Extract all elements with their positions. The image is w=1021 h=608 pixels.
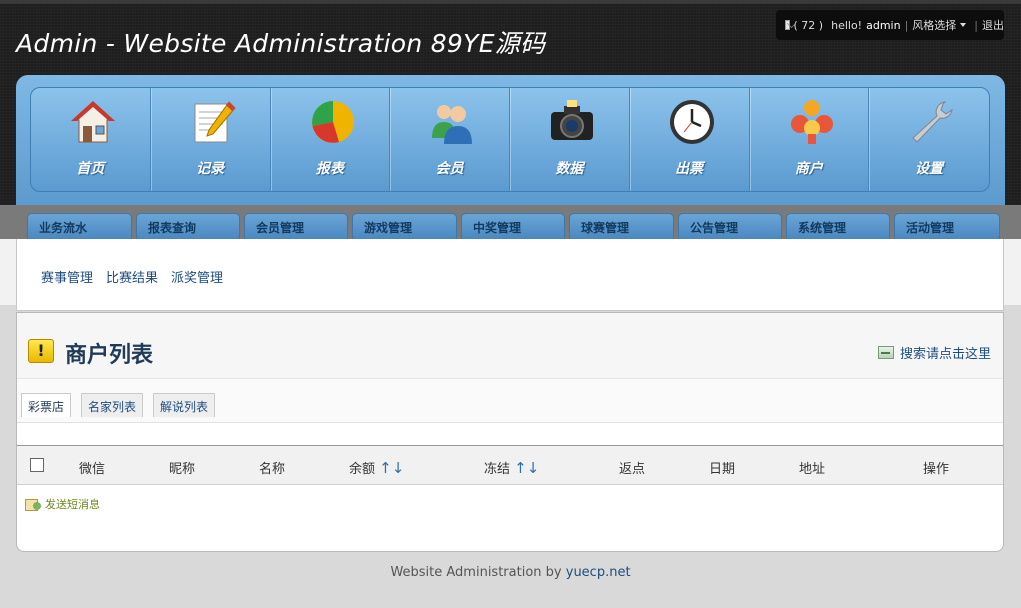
column-wechat: 微信 <box>79 462 106 477</box>
shortcut-merchants[interactable]: 商户 <box>750 88 870 191</box>
users-icon <box>432 105 473 144</box>
divider: | <box>974 18 978 32</box>
tab-system-management[interactable]: 系统管理 <box>786 213 890 239</box>
chevron-down-icon[interactable] <box>960 23 967 27</box>
subnav-match-results[interactable]: 比赛结果 <box>106 267 158 286</box>
style-select[interactable]: 风格选择 <box>912 17 956 33</box>
message-icon <box>25 497 41 511</box>
shortcut-label: 会员 <box>435 161 464 177</box>
divider: | <box>904 18 909 32</box>
sort-arrows-icon[interactable]: ↑↓ <box>379 459 404 477</box>
send-message-button[interactable]: 发送短消息 <box>25 496 100 512</box>
tab-commentary-list[interactable]: 解说列表 <box>153 393 216 417</box>
search-link[interactable]: 搜索请点击这里 <box>877 343 991 362</box>
column-address: 地址 <box>799 462 826 477</box>
shortcut-label: 记录 <box>196 161 225 177</box>
shortcut-label: 设置 <box>915 161 944 177</box>
shortcut-members[interactable]: 会员 <box>390 88 510 191</box>
user-bar: ( 72 ) hello! admin | 风格选择 | 退出 <box>776 10 1004 40</box>
search-panel-icon <box>877 346 894 359</box>
tab-announcement-management[interactable]: 公告管理 <box>678 213 782 239</box>
subnav-event-management[interactable]: 赛事管理 <box>41 267 93 286</box>
mail-icon[interactable] <box>785 20 790 30</box>
shortcut-records[interactable]: 记录 <box>151 88 271 191</box>
send-message-label: 发送短消息 <box>45 498 100 511</box>
shortcut-reports[interactable]: 报表 <box>271 88 391 191</box>
alert-icon: ! <box>28 339 54 363</box>
tab-activity-management[interactable]: 活动管理 <box>894 213 1000 239</box>
shortcut-label: 出票 <box>675 161 704 177</box>
shortcut-label: 商户 <box>794 161 823 177</box>
select-all-checkbox[interactable] <box>30 458 44 472</box>
side-gutter <box>0 239 16 305</box>
page-title: 商户列表 <box>65 343 154 368</box>
tab-report-query[interactable]: 报表查询 <box>136 213 240 239</box>
subnav-payout-management[interactable]: 派奖管理 <box>171 267 223 286</box>
side-gutter <box>1004 239 1021 305</box>
shortcut-panel: 首页 记录 报表 会员 数据 出票 商户 设置 <box>16 75 1005 215</box>
notepad-icon <box>194 101 236 143</box>
column-date: 日期 <box>709 462 736 477</box>
footer: Website Administration by yuecp.net <box>0 565 1021 580</box>
tab-business-flow[interactable]: 业务流水 <box>27 213 132 239</box>
column-frozen-label: 冻结 <box>484 462 511 477</box>
column-rebate: 返点 <box>619 462 646 477</box>
site-title: Admin - Website Administration 89YE源码 <box>16 29 546 58</box>
shortcut-label: 报表 <box>315 161 344 177</box>
shortcut-tickets[interactable]: 出票 <box>630 88 750 191</box>
page-header: ! 商户列表 搜索请点击这里 <box>17 313 1003 379</box>
search-link-label: 搜索请点击这里 <box>899 347 991 362</box>
shortcut-box: 首页 记录 报表 会员 数据 出票 商户 设置 <box>30 87 990 192</box>
column-nickname: 昵称 <box>169 462 196 477</box>
username: admin <box>866 18 901 32</box>
shortcut-settings[interactable]: 设置 <box>869 88 989 191</box>
tab-experts-list[interactable]: 名家列表 <box>81 393 144 417</box>
column-frozen[interactable]: 冻结 ↑↓ <box>484 458 539 477</box>
table-header: 微信 昵称 名称 余额 ↑↓ 冻结 ↑↓ 返点 日期 地址 操作 <box>17 445 1003 485</box>
message-count[interactable]: ( 72 ) <box>794 19 824 32</box>
tab-prize-management[interactable]: 中奖管理 <box>461 213 565 239</box>
column-balance[interactable]: 余额 ↑↓ <box>349 458 404 477</box>
logout-link[interactable]: 退出 <box>982 17 1004 33</box>
footer-text: Website Administration by <box>390 565 562 580</box>
column-name: 名称 <box>259 462 286 477</box>
shortcut-label: 首页 <box>76 161 105 177</box>
tab-match-management[interactable]: 球赛管理 <box>569 213 674 239</box>
shortcut-home[interactable]: 首页 <box>31 88 151 191</box>
pie-chart-icon <box>311 101 354 143</box>
content-panel: ! 商户列表 搜索请点击这里 彩票店 名家列表 解说列表 微信 昵称 名称 余额… <box>16 312 1004 552</box>
footer-link[interactable]: yuecp.net <box>566 565 631 580</box>
greeting-text: hello! <box>831 18 863 32</box>
tab-game-management[interactable]: 游戏管理 <box>352 213 457 239</box>
merchant-icon <box>790 100 833 144</box>
list-tabs: 彩票店 名家列表 解说列表 <box>17 379 1003 423</box>
wrench-icon <box>912 101 953 143</box>
sub-navigation: 赛事管理 比赛结果 派奖管理 <box>16 239 1004 311</box>
clock-icon <box>669 100 714 144</box>
tab-lottery-shop[interactable]: 彩票店 <box>21 393 72 417</box>
sub-nav-links: 赛事管理 比赛结果 派奖管理 <box>41 267 223 286</box>
camera-icon <box>551 100 593 140</box>
tab-member-management[interactable]: 会员管理 <box>244 213 348 239</box>
shortcut-data[interactable]: 数据 <box>510 88 630 191</box>
column-actions: 操作 <box>923 462 950 477</box>
shortcut-label: 数据 <box>555 161 584 177</box>
home-icon <box>71 101 115 143</box>
sort-arrows-icon[interactable]: ↑↓ <box>514 459 539 477</box>
column-balance-label: 余额 <box>349 462 376 477</box>
